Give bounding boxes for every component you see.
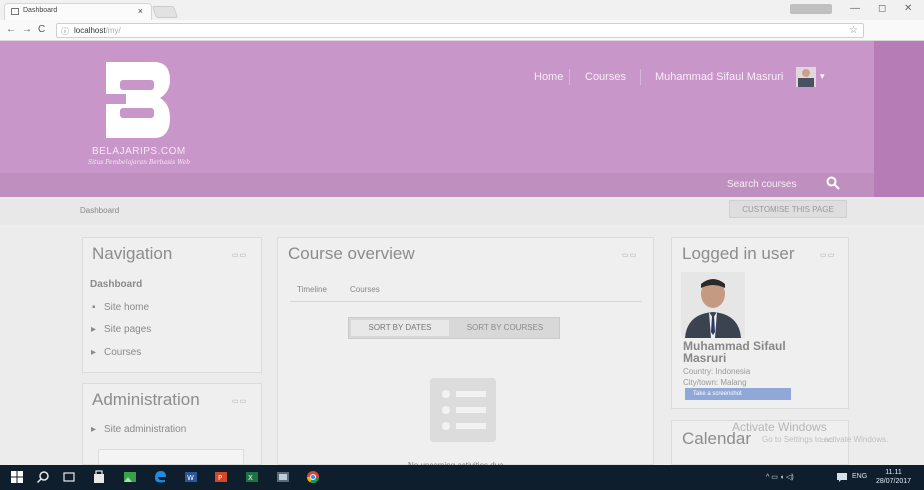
header-side-strip [874,41,924,197]
chrome-icon[interactable] [306,470,320,484]
reload-icon[interactable]: C [38,24,45,35]
sort-by-dates-button[interactable]: SORT BY DATES [351,320,449,336]
site-logo-icon[interactable] [102,58,174,142]
excel-icon[interactable]: X [245,470,259,484]
clock-date: 28/07/2017 [876,478,912,485]
admin-search-box[interactable] [98,449,244,465]
word-icon[interactable]: W [184,470,198,484]
expand-arrow-icon[interactable]: ▸ [91,324,96,335]
profile-name[interactable]: Muhammad Sifaul Masruri [683,340,786,364]
activate-windows-hint: Go to Settings to activate Windows. [762,435,889,444]
url-host: localhost [74,26,106,35]
site-header: BELAJARIPS.COM Situs Pembelajaran Berbas… [0,41,924,197]
nav-separator [640,69,641,85]
browser-tab-dashboard[interactable]: Dashboard × [4,3,152,20]
nav-site-administration-link[interactable]: Site administration [104,424,186,435]
nav-site-pages-link[interactable]: Site pages [104,324,151,335]
forward-icon[interactable]: → [22,24,32,35]
svg-text:X: X [248,474,253,482]
course-overview-title: Course overview [288,244,415,263]
tab-courses[interactable]: Courses [350,285,380,294]
powerpoint-icon[interactable]: P [214,470,228,484]
close-window-icon[interactable]: ✕ [904,3,912,14]
back-icon[interactable]: ← [6,24,16,35]
nav-courses-link[interactable]: Courses [585,71,626,83]
logo-subtitle: Situs Pembelajaran Berbasis Web [88,159,191,166]
task-view-icon[interactable] [62,470,76,484]
profile-country: Country: Indonesia [683,367,751,376]
profile-picture[interactable] [681,272,745,338]
site-info-icon[interactable]: ⓘ [61,26,69,37]
bookmark-star-icon[interactable]: ☆ [849,25,858,36]
block-controls-icon[interactable]: ▭▭ [232,397,247,405]
nav-home-link[interactable]: Home [534,71,563,83]
avatar-body [798,78,814,87]
tab-close-icon[interactable]: × [138,6,143,16]
empty-activities-icon [430,378,496,442]
administration-block-title: Administration [92,390,200,409]
expand-arrow-icon[interactable]: ▸ [91,347,96,358]
bullet-icon: ▪ [92,302,96,313]
notification-icon[interactable] [836,471,848,483]
activate-windows-text: Activate Windows [732,420,827,434]
restore-icon[interactable]: ◻ [878,3,886,14]
tab-divider [290,301,642,302]
minimize-icon[interactable]: — [850,3,860,14]
sort-by-courses-button[interactable]: SORT BY COURSES [453,320,557,336]
customise-page-button[interactable]: CUSTOMISE THIS PAGE [729,200,847,218]
svg-text:P: P [218,474,222,482]
search-courses-input[interactable]: Search courses [727,179,796,190]
breadcrumb[interactable]: Dashboard [80,206,119,215]
windows-start-icon[interactable] [10,470,24,484]
nav-site-home-link[interactable]: Site home [104,302,149,313]
language-indicator[interactable]: ENG [852,473,867,480]
sort-button-group: SORT BY DATES SORT BY COURSES [348,317,560,339]
windows-taskbar: W P X ^ ▭ ◖ ◁) ENG 11.11 28/07/2017 [0,465,924,490]
clock-time: 11.11 [885,469,902,476]
nav-dashboard-link[interactable]: Dashboard [90,279,142,290]
screenshot-tooltip: Take a screenshot [685,388,791,400]
block-controls-icon[interactable]: ▭▭ [622,251,637,259]
photos-icon[interactable] [123,470,137,484]
media-app-icon[interactable] [276,470,290,484]
url-path: /my/ [105,26,121,35]
avatar-head [802,69,810,77]
profile-name-line2: Masruri [683,351,727,365]
profile-city: City/town: Malang [683,378,747,387]
browser-tab-bar: Dashboard × — ◻ ✕ [0,0,924,20]
user-menu-name[interactable]: Muhammad Sifaul Masruri [655,71,783,83]
url-text: localhost/my/ [74,26,121,35]
tab-timeline[interactable]: Timeline [297,285,327,294]
store-icon[interactable] [92,470,106,484]
logo-text: BELAJARIPS.COM [92,146,186,157]
browser-toolbar: ← → C ⓘ localhost/my/ ☆ ◆ ⋮ [0,20,924,55]
address-bar[interactable]: ⓘ localhost/my/ ☆ [56,23,864,38]
navigation-block-title: Navigation [92,244,173,263]
system-tray-icons[interactable]: ^ ▭ ◖ ◁) [766,473,794,481]
nav-courses-link[interactable]: Courses [104,347,141,358]
user-menu-caret-icon[interactable]: ▾ [820,71,825,82]
nav-separator [569,69,570,85]
page-favicon-icon [11,8,19,15]
logged-in-user-title: Logged in user [682,244,795,263]
taskbar-clock[interactable]: 11.11 28/07/2017 [876,468,911,486]
tab-title: Dashboard [23,7,58,14]
new-tab-button[interactable] [151,6,179,18]
search-icon[interactable] [826,176,840,190]
user-avatar[interactable] [796,67,816,87]
breadcrumb-bar: Dashboard CUSTOMISE THIS PAGE [0,197,924,225]
block-controls-icon[interactable]: ▭▭ [820,251,835,259]
search-taskbar-icon[interactable] [36,470,50,484]
expand-arrow-icon[interactable]: ▸ [91,424,96,435]
svg-text:W: W [187,474,194,482]
block-controls-icon[interactable]: ▭▭ [232,251,247,259]
browser-profile-chip[interactable] [790,4,832,14]
edge-icon[interactable] [153,470,167,484]
